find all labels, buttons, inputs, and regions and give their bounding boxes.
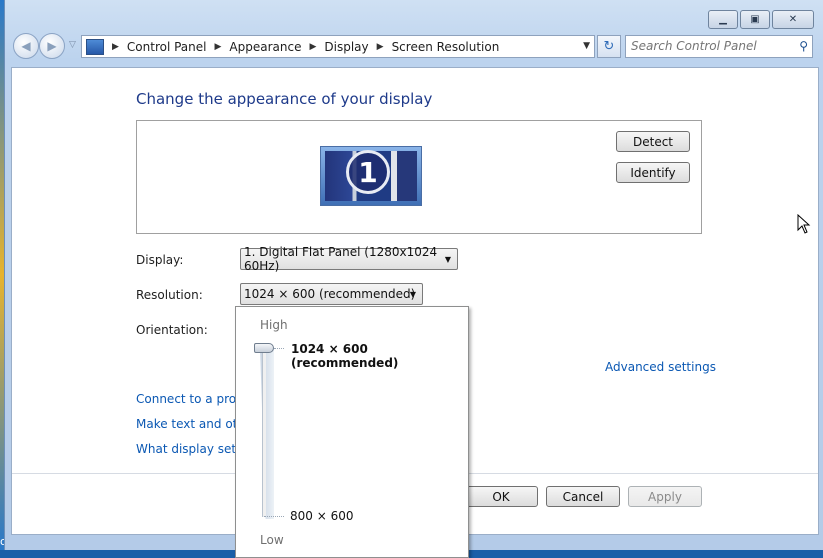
- chevron-down-icon: ▼: [409, 290, 416, 299]
- slider-min-value: 800 × 600: [290, 509, 354, 523]
- resolution-slider-popup: High 1024 × 600 (recommended) 800 × 600 …: [235, 306, 469, 558]
- mouse-cursor-icon: [797, 214, 811, 234]
- slider-current-value: 1024 × 600 (recommended): [291, 342, 399, 370]
- refresh-button[interactable]: ↻: [597, 35, 621, 58]
- display-preview-area: 1 Detect Identify: [136, 120, 702, 234]
- page-title: Change the appearance of your display: [136, 90, 433, 108]
- breadcrumb-arrow-icon[interactable]: ▶: [309, 42, 316, 52]
- address-bar[interactable]: ▶ Control Panel ▶ Appearance ▶ Display ▶…: [81, 35, 595, 58]
- chevron-down-icon: ▽: [69, 40, 76, 50]
- minimize-icon: ▁: [719, 14, 727, 25]
- breadcrumb-display[interactable]: Display: [324, 40, 368, 54]
- breadcrumb-appearance[interactable]: Appearance: [229, 40, 301, 54]
- orientation-label: Orientation:: [136, 323, 208, 337]
- breadcrumb-screen-resolution[interactable]: Screen Resolution: [392, 40, 500, 54]
- breadcrumb-arrow-icon[interactable]: ▶: [112, 42, 119, 52]
- breadcrumb-arrow-icon[interactable]: ▶: [377, 42, 384, 52]
- resolution-select[interactable]: 1024 × 600 (recommended) ▼: [240, 283, 423, 305]
- forward-button[interactable]: ▶: [39, 33, 65, 59]
- search-box[interactable]: ⚲: [625, 35, 813, 58]
- maximize-icon: ▣: [750, 14, 760, 25]
- apply-button[interactable]: Apply: [628, 486, 702, 507]
- display-select-value: 1. Digital Flat Panel (1280x1024 60Hz): [244, 245, 438, 273]
- back-arrow-icon: ◀: [21, 39, 31, 53]
- slider-tick: [274, 348, 284, 349]
- address-dropdown-icon[interactable]: ▼: [583, 41, 590, 51]
- display-label: Display:: [136, 253, 184, 267]
- minimize-button[interactable]: ▁: [708, 10, 738, 29]
- slider-low-label: Low: [260, 533, 284, 547]
- slider-high-label: High: [260, 318, 288, 332]
- control-panel-icon: [86, 38, 104, 55]
- resolution-label: Resolution:: [136, 288, 203, 302]
- back-button[interactable]: ◀: [13, 33, 39, 59]
- identify-button[interactable]: Identify: [616, 162, 690, 183]
- recent-pages-dropdown[interactable]: ▽: [69, 40, 76, 50]
- caption-buttons: ▁ ▣ ✕: [708, 10, 814, 29]
- breadcrumb-arrow-icon[interactable]: ▶: [215, 42, 222, 52]
- search-icon[interactable]: ⚲: [799, 39, 808, 53]
- close-icon: ✕: [788, 14, 798, 25]
- search-input[interactable]: [626, 36, 796, 55]
- breadcrumb-control-panel[interactable]: Control Panel: [127, 40, 207, 54]
- close-button[interactable]: ✕: [772, 10, 814, 29]
- monitor-number-badge: 1: [346, 150, 390, 194]
- advanced-settings-link[interactable]: Advanced settings: [605, 360, 716, 374]
- slider-track[interactable]: [262, 349, 266, 517]
- display-select[interactable]: 1. Digital Flat Panel (1280x1024 60Hz) ▼: [240, 245, 458, 273]
- monitor-1-preview[interactable]: 1: [320, 146, 422, 206]
- chevron-down-icon: ▼: [444, 255, 451, 264]
- slider-thumb[interactable]: [254, 343, 274, 353]
- resolution-select-value: 1024 × 600 (recommended): [244, 287, 416, 301]
- cancel-button[interactable]: Cancel: [546, 486, 620, 507]
- slider-tick: [264, 516, 284, 517]
- maximize-button[interactable]: ▣: [740, 10, 770, 29]
- detect-button[interactable]: Detect: [616, 131, 690, 152]
- refresh-icon: ↻: [603, 39, 615, 54]
- ok-button[interactable]: OK: [464, 486, 538, 507]
- forward-arrow-icon: ▶: [47, 39, 57, 53]
